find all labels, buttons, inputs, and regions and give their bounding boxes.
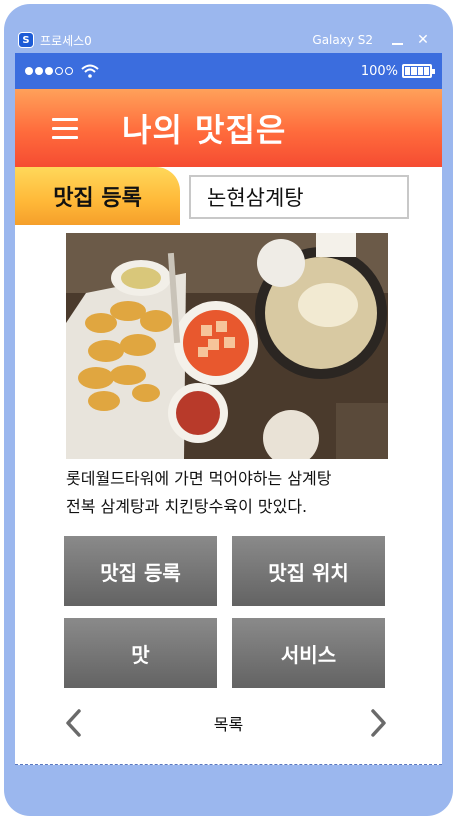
signal-dot — [25, 67, 33, 75]
restaurant-name-input[interactable]: 논현삼계탕 — [189, 175, 409, 219]
signal-dot — [45, 67, 53, 75]
taste-button[interactable]: 맛 — [64, 618, 217, 688]
register-button[interactable]: 맛집 등록 — [64, 536, 217, 606]
chevron-right-icon[interactable] — [364, 708, 392, 738]
description-line-2: 전복 삼계탕과 치킨탕수육이 맛있다. — [66, 497, 308, 516]
service-button[interactable]: 서비스 — [232, 618, 385, 688]
battery-icon — [402, 64, 435, 78]
close-button[interactable]: ✕ — [415, 32, 431, 48]
app-icon: S — [18, 32, 34, 48]
register-row: 맛집 등록 논현삼계탕 — [15, 167, 442, 233]
pager: 목록 — [15, 701, 442, 745]
battery-percent: 100% — [360, 63, 398, 79]
signal-dot — [35, 67, 43, 75]
description-line-1: 롯데월드타워에 가면 먹어야하는 삼계탕 — [66, 469, 332, 488]
signal-icon — [25, 67, 73, 75]
phone-screen: 100% 나의 맛집은 맛집 등록 논현삼계탕 롯데월드타워에 가면 먹어야하는… — [15, 53, 442, 765]
food-photo-art — [66, 233, 388, 459]
description: 롯데월드타워에 가면 먹어야하는 삼계탕 전복 삼계탕과 치킨탕수육이 맛있다. — [66, 465, 406, 521]
food-photo — [66, 233, 388, 459]
minimize-button[interactable] — [389, 32, 405, 48]
window-titlebar: S 프로세스0 Galaxy S2 ✕ — [16, 28, 441, 52]
app-name: 프로세스0 — [40, 33, 92, 48]
minimize-icon — [391, 43, 403, 45]
app-bar: 나의 맛집은 — [15, 89, 442, 167]
register-label: 맛집 등록 — [15, 167, 180, 225]
device-name: Galaxy S2 — [312, 33, 373, 47]
signal-dot — [55, 67, 63, 75]
hamburger-icon[interactable] — [52, 117, 78, 139]
status-bar: 100% — [15, 53, 442, 89]
app-title: 나의 맛집은 — [122, 111, 287, 149]
close-icon: ✕ — [417, 32, 429, 48]
signal-dot — [65, 67, 73, 75]
wifi-icon — [81, 64, 99, 78]
location-button[interactable]: 맛집 위치 — [232, 536, 385, 606]
